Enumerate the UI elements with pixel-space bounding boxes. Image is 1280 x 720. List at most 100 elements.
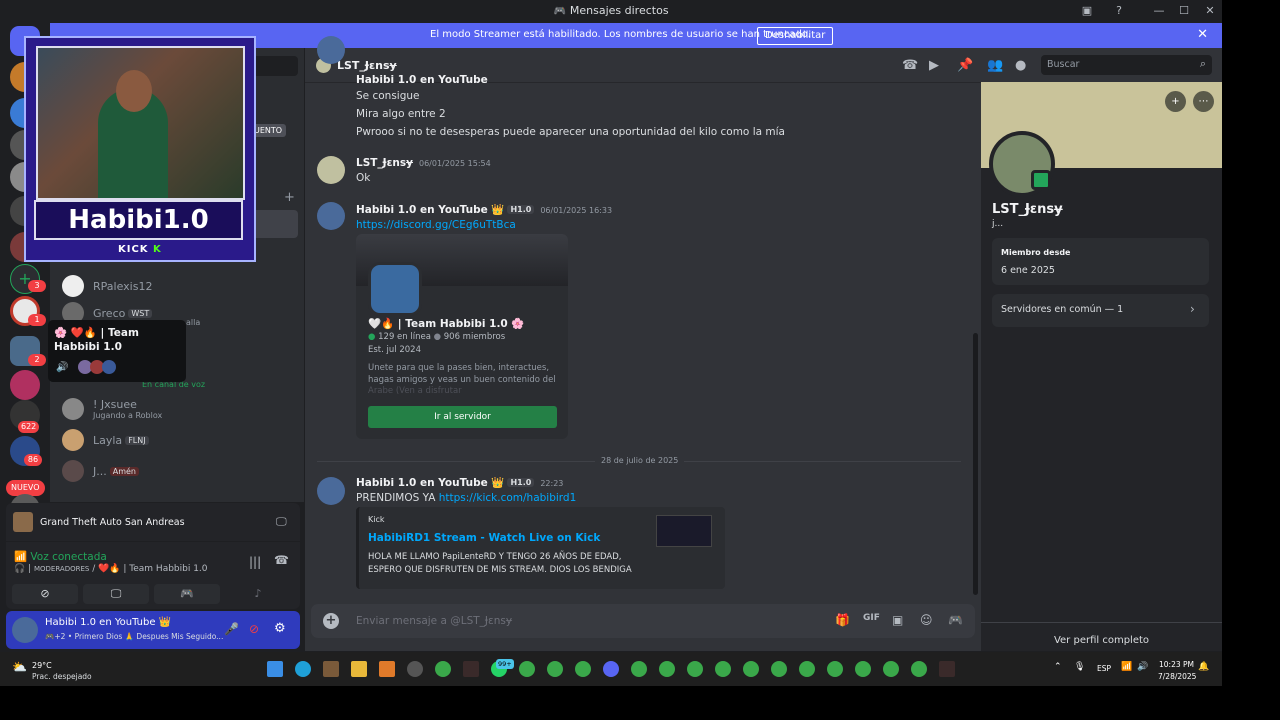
notifications-bell-icon[interactable]: 🔔	[1198, 662, 1209, 672]
phone-call-icon[interactable]: ☎	[902, 58, 918, 73]
embed-title[interactable]: HabibiRD1 Stream - Watch Live on Kick	[368, 532, 600, 544]
video-call-icon[interactable]: ▶	[929, 58, 939, 73]
mute-mic-icon[interactable]: 🎤	[224, 622, 239, 636]
server-badge: 1	[28, 314, 46, 326]
emoji-icon[interactable]: ☺	[920, 613, 933, 627]
taskbar-app-icon[interactable]	[407, 661, 423, 677]
chat-scrollbar[interactable]	[973, 333, 978, 595]
embed-description: HOLA ME LLAMO PapiLenteRD Y TENGO 26 AÑO…	[368, 552, 622, 562]
voice-channel[interactable]: 🎧 | MODERADORES / ❤️🔥 | Team Habbibi 1.0	[14, 564, 208, 574]
chrome-icon[interactable]	[771, 661, 787, 677]
add-friend-icon[interactable]: +	[1165, 91, 1186, 112]
clock-date[interactable]: 7/28/2025	[1158, 672, 1196, 681]
apps-icon[interactable]: 🎮	[948, 613, 963, 627]
chrome-icon[interactable]	[435, 661, 451, 677]
microphone-icon[interactable]: 🎙	[1074, 662, 1085, 672]
user-tag: H1.0	[507, 478, 535, 487]
invite-link[interactable]: https://discord.gg/CEg6uTtBca	[356, 219, 516, 231]
taskbar-app-icon[interactable]	[939, 661, 955, 677]
search-input[interactable]: Buscar ⌕	[1041, 55, 1212, 75]
chrome-icon[interactable]	[883, 661, 899, 677]
more-options-icon[interactable]: ⋯	[1193, 91, 1214, 112]
chat-header-right: 👥 ● Buscar ⌕	[981, 48, 1222, 83]
help-icon[interactable]: ?	[1110, 2, 1128, 20]
server-icon[interactable]	[10, 370, 40, 400]
chrome-icon[interactable]	[799, 661, 815, 677]
recipient-name: LST_Ɉɛnsɏ	[337, 59, 397, 72]
gift-icon[interactable]: 🎁	[835, 613, 850, 627]
edge-icon[interactable]	[295, 661, 311, 677]
selected-dm[interactable]	[250, 210, 298, 238]
tray-overflow-icon[interactable]: ⌃	[1054, 662, 1062, 672]
disconnect-icon[interactable]: ☎	[274, 553, 289, 567]
message-author: Habibi 1.0 en YouTube 👑 H1.0 22:23	[356, 477, 564, 489]
windows-taskbar: ⛅ 29°C Prac. despejado 99+ ⌃ 🎙 ESP 📶 🔊 1…	[0, 652, 1222, 686]
gif-icon[interactable]: GIF	[863, 613, 880, 623]
taskbar-app-icon[interactable]	[379, 661, 395, 677]
sticker-icon[interactable]: ▣	[892, 613, 903, 627]
avatar	[317, 477, 345, 505]
clock-time[interactable]: 10:23 PM	[1159, 660, 1194, 669]
find-conversation-input[interactable]	[250, 56, 298, 76]
pin-icon[interactable]: 📌	[957, 58, 973, 73]
view-full-profile-link[interactable]: Ver perfil completo	[981, 635, 1222, 646]
chrome-icon[interactable]	[911, 661, 927, 677]
kick-link[interactable]: https://kick.com/habibird1	[439, 492, 577, 504]
noise-suppression-icon[interactable]: |||	[249, 555, 261, 569]
dm-activity: Jugando a Roblox	[93, 411, 163, 420]
message-timestamp: 22:23	[540, 479, 564, 488]
chrome-icon[interactable]	[547, 661, 563, 677]
inbox-icon[interactable]: ▣	[1078, 2, 1096, 20]
taskbar-app-icon[interactable]	[463, 661, 479, 677]
close-window-button[interactable]: ✕	[1201, 2, 1219, 20]
camera-off-button[interactable]: ⊘	[12, 584, 78, 604]
wifi-icon[interactable]: 📶	[1121, 662, 1132, 672]
volume-icon[interactable]: 🔊	[1137, 662, 1148, 672]
avatar	[317, 156, 345, 184]
chrome-icon[interactable]	[659, 661, 675, 677]
maximize-button[interactable]: ☐	[1175, 2, 1193, 20]
attach-plus-icon[interactable]: +	[323, 613, 339, 629]
start-button[interactable]	[267, 661, 283, 677]
activity-screen-icon[interactable]: 🖵	[276, 515, 287, 529]
embed-thumbnail[interactable]	[656, 515, 712, 547]
banner-message: El modo Streamer está habilitado. Los no…	[430, 29, 811, 40]
user-tag: Amén	[109, 467, 139, 476]
chrome-icon[interactable]	[631, 661, 647, 677]
discord-taskbar-icon[interactable]	[603, 661, 619, 677]
dm-item[interactable]: Layla FLNJ	[62, 427, 292, 453]
avatar	[62, 275, 84, 297]
user-profile-icon[interactable]: ●	[1015, 58, 1026, 73]
banner-close-icon[interactable]: ✕	[1197, 27, 1208, 42]
taskbar-app-icon[interactable]	[323, 661, 339, 677]
chrome-icon[interactable]	[687, 661, 703, 677]
user-avatar[interactable]	[12, 617, 38, 643]
voice-status: 📶 Voz conectada	[14, 551, 107, 563]
join-server-button[interactable]: Ir al servidor	[368, 406, 557, 428]
chrome-icon[interactable]	[715, 661, 731, 677]
add-friends-dm-icon[interactable]: 👥	[987, 58, 1003, 73]
screen-share-button[interactable]: 🖵	[83, 584, 149, 604]
disable-streamer-button[interactable]: Deshabilitar	[757, 27, 834, 45]
language-indicator[interactable]: ESP	[1097, 664, 1111, 673]
soundboard-button[interactable]: ♪	[225, 584, 291, 604]
dm-item[interactable]: J... Amén	[62, 458, 292, 484]
chrome-icon[interactable]	[855, 661, 871, 677]
chrome-icon[interactable]	[743, 661, 759, 677]
activities-button[interactable]: 🎮	[154, 584, 220, 604]
divider	[981, 622, 1222, 623]
dm-item[interactable]: ! Jxsuee Jugando a Roblox	[62, 396, 292, 422]
webcam-overlay: Habibi1.0 KICK K	[24, 36, 256, 262]
chrome-icon[interactable]	[575, 661, 591, 677]
settings-gear-icon[interactable]: ⚙	[274, 621, 286, 636]
minimize-button[interactable]: —	[1150, 2, 1168, 20]
chrome-icon[interactable]	[519, 661, 535, 677]
chrome-icon[interactable]	[827, 661, 843, 677]
deafen-icon[interactable]: ⊘	[249, 622, 259, 636]
dm-item[interactable]: RPalexis12	[62, 273, 292, 299]
create-dm-icon[interactable]: +	[284, 190, 295, 205]
message-input[interactable]: Enviar mensaje a @LST_Ɉɛnsɏ	[356, 615, 512, 627]
weather-icon[interactable]: ⛅	[12, 660, 27, 674]
mutual-servers-card[interactable]: Servidores en común — 1 ›	[992, 294, 1209, 327]
file-explorer-icon[interactable]	[351, 661, 367, 677]
